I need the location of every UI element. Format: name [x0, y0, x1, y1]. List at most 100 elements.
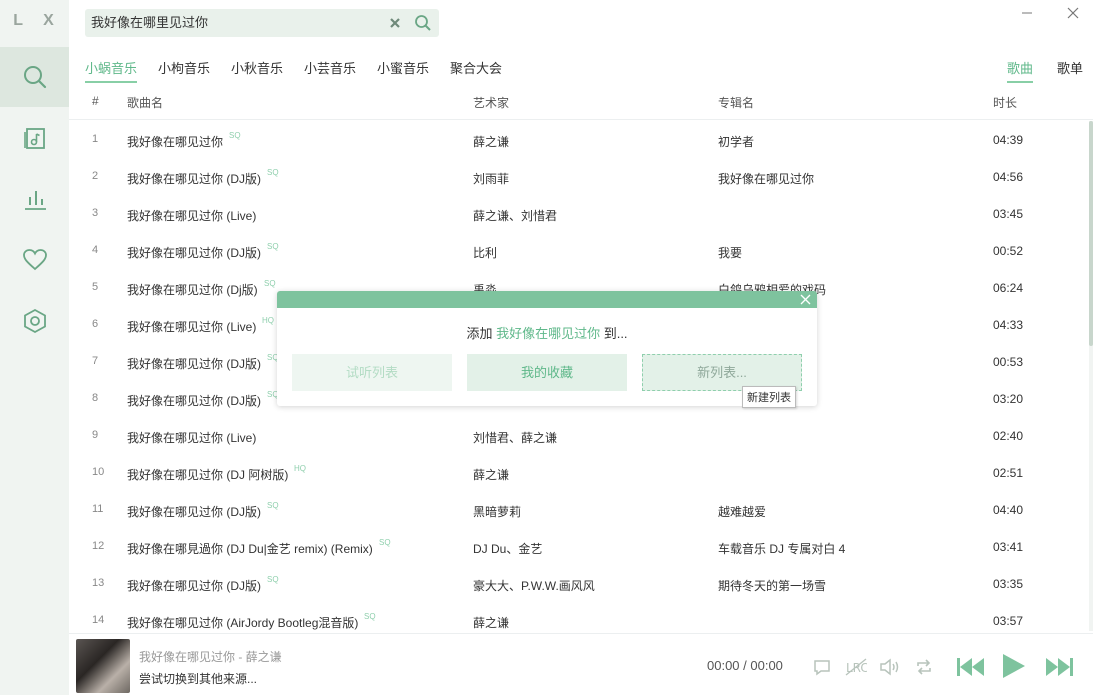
song-name: 我好像在哪見過你 (DJ Du|金艺 remix) (Remix)	[127, 540, 373, 557]
close-icon	[800, 294, 811, 305]
previous-button[interactable]	[954, 654, 986, 680]
row-number: 8	[92, 392, 98, 404]
search-input[interactable]	[91, 9, 381, 37]
quality-badge: SQ	[267, 575, 279, 584]
tab-source-2[interactable]: 小枸音乐	[158, 58, 210, 81]
table-row[interactable]: 1我好像在哪见过你薛之谦初学者04:39SQ	[69, 121, 1089, 158]
minimize-icon	[1021, 7, 1033, 19]
song-artist: 黑暗萝莉	[473, 503, 521, 520]
table-row[interactable]: 12 我好像在哪見過你 (DJ Du|金艺 remix) (Remix) DJ Du…	[69, 528, 1089, 565]
song-name: 我好像在哪见过你 (DJ 阿树版)	[127, 466, 288, 483]
table-row[interactable]: 14我好像在哪见过你 (AirJordy Bootleg混音版)薛之谦03:57…	[69, 602, 1089, 633]
nav-favorites[interactable]	[0, 230, 69, 290]
song-duration: 04:40	[993, 503, 1023, 517]
song-name: 我好像在哪见过你 (Live)	[127, 207, 256, 224]
dialog-close-button[interactable]	[797, 291, 814, 308]
quality-badge: SQ	[364, 612, 376, 621]
table-header: # 歌曲名 艺术家 专辑名 时长	[69, 84, 1093, 120]
song-name: 我好像在哪见过你 (DJ版)	[127, 577, 261, 594]
row-number: 11	[92, 503, 103, 515]
table-row[interactable]: 3我好像在哪见过你 (Live)薛之谦、刘惜君03:45	[69, 195, 1089, 232]
song-artist: 薛之谦、刘惜君	[473, 207, 557, 224]
play-button[interactable]	[998, 651, 1028, 681]
row-number: 12	[92, 540, 104, 552]
close-icon	[1067, 7, 1079, 19]
new-list-tooltip: 新建列表	[742, 386, 796, 408]
skip-previous-icon	[955, 656, 985, 678]
table-row[interactable]: 9 我好像在哪见过你 (Live) 刘惜君、薛之谦 02:40	[69, 417, 1089, 454]
quality-badge: SQ	[267, 242, 279, 251]
song-name: 我好像在哪见过你 (Live)	[127, 429, 256, 446]
dialog-prefix: 添加	[466, 326, 496, 341]
song-artist: 豪大大、P.W.W.画风风	[473, 577, 595, 594]
row-number: 10	[92, 466, 104, 478]
row-number: 7	[92, 355, 98, 367]
search-box	[85, 9, 439, 37]
next-button[interactable]	[1044, 654, 1076, 680]
song-name: 我好像在哪见过你 (Live)	[127, 318, 256, 335]
favorites-list-button[interactable]: 我的收藏	[467, 354, 627, 391]
minimize-button[interactable]	[1018, 4, 1036, 22]
play-icon	[999, 652, 1027, 680]
row-number: 6	[92, 318, 98, 330]
tab-source-3[interactable]: 小秋音乐	[231, 58, 283, 81]
song-duration: 03:57	[993, 614, 1023, 628]
skip-next-icon	[1045, 656, 1075, 678]
close-window-button[interactable]	[1064, 4, 1082, 22]
row-number: 3	[92, 207, 98, 219]
trial-list-button: 试听列表	[292, 354, 452, 391]
song-name: 我好像在哪见过你 (DJ版)	[127, 355, 261, 372]
nav-leaderboard[interactable]	[0, 169, 69, 229]
quality-badge: SQ	[379, 538, 391, 547]
now-playing-title[interactable]: 我好像在哪见过你 - 薛之谦	[139, 648, 282, 665]
table-row[interactable]: 10我好像在哪见过你 (DJ 阿树版)薛之谦02:51HQ	[69, 454, 1089, 491]
volume-button[interactable]	[878, 656, 902, 678]
quality-badge: HQ	[294, 464, 306, 473]
tab-source-5[interactable]: 小蜜音乐	[377, 58, 429, 81]
nav-settings[interactable]	[0, 291, 69, 351]
search-icon	[22, 64, 48, 90]
row-number: 9	[92, 429, 98, 441]
album-cover[interactable]	[76, 639, 130, 693]
table-row[interactable]: 4我好像在哪见过你 (DJ版)比利我要00:52SQ	[69, 232, 1089, 269]
tab-source-1[interactable]: 小蜗音乐	[85, 58, 137, 83]
quality-badge: SQ	[267, 501, 279, 510]
song-artist: 比利	[473, 244, 497, 261]
table-row[interactable]: 11我好像在哪见过你 (DJ版)黑暗萝莉越难越爱04:40SQ	[69, 491, 1089, 528]
table-row[interactable]: 13我好像在哪见过你 (DJ版)豪大大、P.W.W.画风风期待冬天的第一场雪03…	[69, 565, 1089, 602]
app-logo: L X	[0, 12, 69, 30]
song-duration: 04:39	[993, 133, 1023, 147]
col-name: 歌曲名	[127, 94, 163, 111]
chart-icon	[22, 186, 48, 212]
tab-source-6[interactable]: 聚合大会	[450, 58, 502, 81]
search-icon	[414, 14, 432, 32]
table-row[interactable]: 2我好像在哪见过你 (DJ版)刘雨菲我好像在哪见过你04:56SQ	[69, 158, 1089, 195]
row-number: 5	[92, 281, 98, 293]
loop-button[interactable]	[913, 656, 935, 678]
tab-playlists[interactable]: 歌单	[1057, 58, 1083, 81]
repeat-icon	[914, 657, 934, 677]
row-number: 13	[92, 577, 104, 589]
song-name: 我好像在哪见过你 (DJ版)	[127, 503, 261, 520]
tab-songs[interactable]: 歌曲	[1007, 58, 1033, 83]
search-button[interactable]	[413, 13, 433, 33]
quality-badge: SQ	[267, 168, 279, 177]
favorite-button[interactable]	[811, 656, 833, 678]
tab-source-4[interactable]: 小芸音乐	[304, 58, 356, 81]
song-artist: 刘惜君、薛之谦	[473, 429, 557, 446]
nav-playlist[interactable]	[0, 108, 69, 168]
song-duration: 03:20	[993, 392, 1023, 406]
song-artist: DJ Du、金艺	[473, 540, 542, 557]
dialog-song-name: 我好像在哪见过你	[496, 326, 600, 341]
nav-search[interactable]	[0, 47, 69, 107]
col-album: 专辑名	[718, 94, 754, 111]
song-duration: 00:52	[993, 244, 1023, 258]
song-name: 我好像在哪见过你 (Dj版)	[127, 281, 258, 298]
clear-search-button[interactable]	[386, 14, 404, 32]
lyric-button[interactable]: LRC	[845, 656, 867, 678]
song-duration: 02:40	[993, 429, 1023, 443]
row-number: 4	[92, 244, 98, 256]
song-duration: 04:56	[993, 170, 1023, 184]
scrollbar-thumb[interactable]	[1089, 121, 1093, 346]
song-album: 初学者	[718, 133, 754, 150]
